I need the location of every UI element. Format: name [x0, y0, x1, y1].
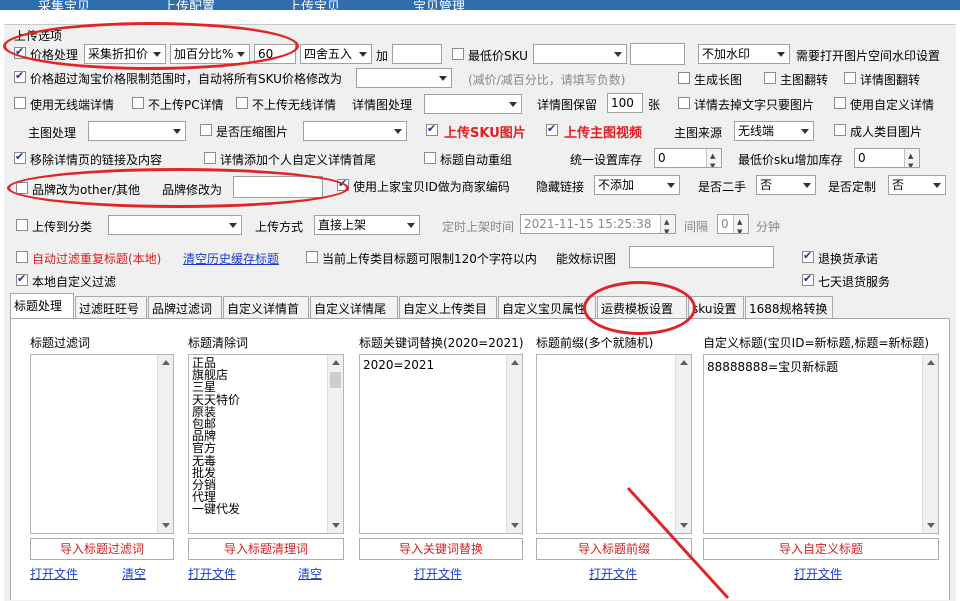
annotation-arrow [626, 486, 730, 600]
annotation-arrow-line [626, 486, 730, 600]
